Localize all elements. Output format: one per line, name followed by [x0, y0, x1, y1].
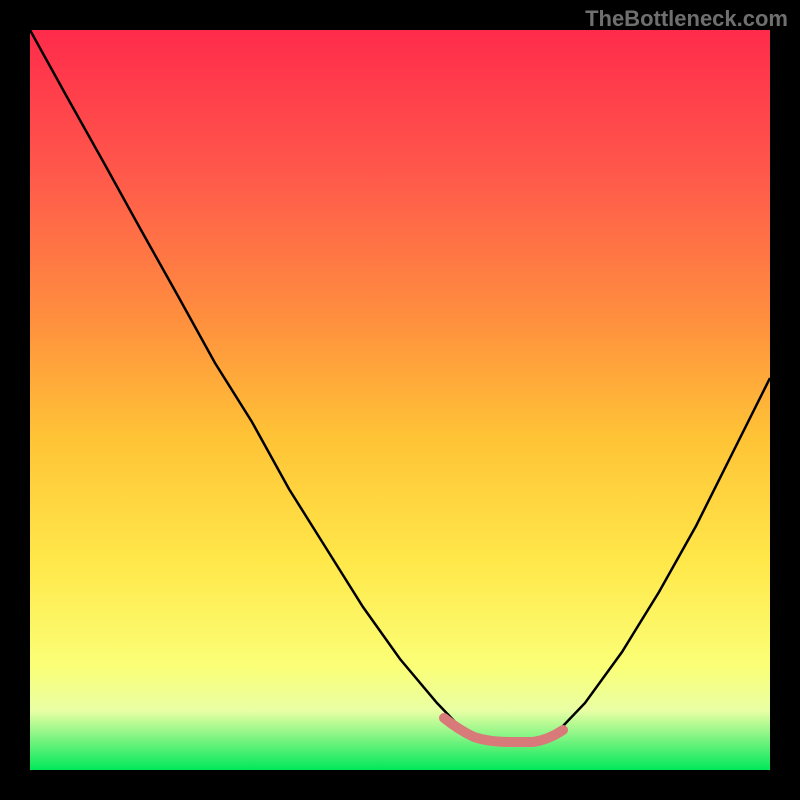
- optimal-range-highlight-path: [444, 718, 563, 742]
- brand-label: TheBottleneck.com: [585, 6, 788, 32]
- optimal-range-highlight: [30, 30, 770, 770]
- chart-frame: TheBottleneck.com: [0, 0, 800, 800]
- plot-area: [30, 30, 770, 770]
